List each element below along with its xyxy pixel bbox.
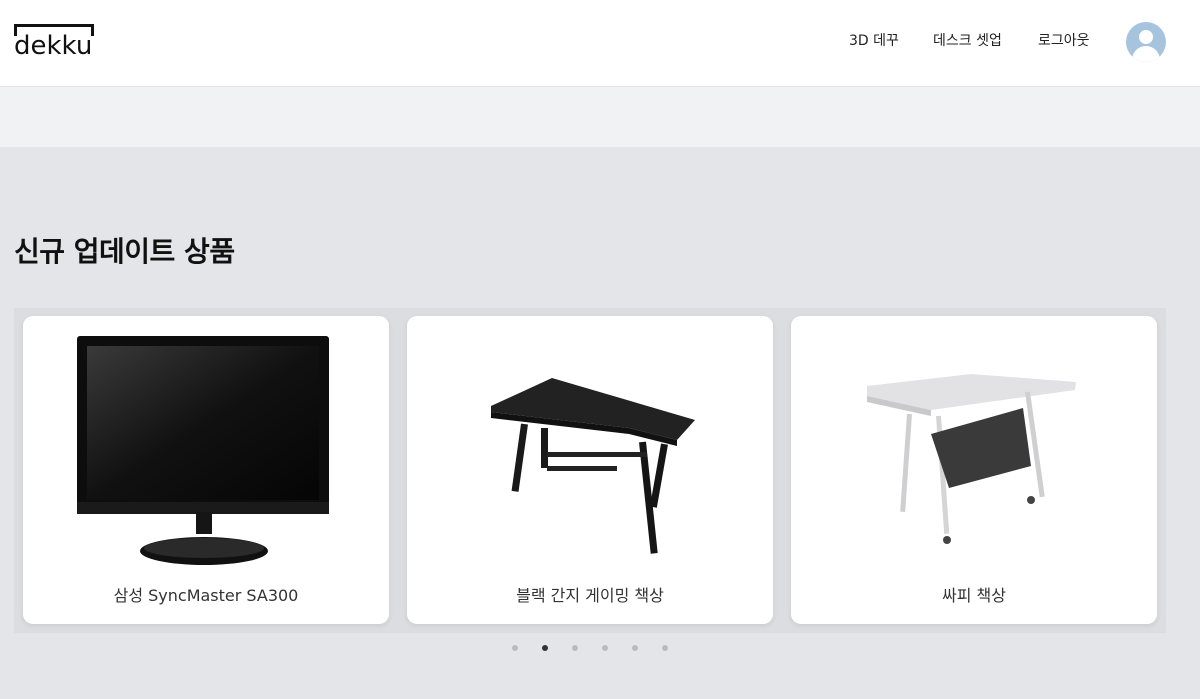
gaming-desk-image	[491, 378, 695, 554]
user-avatar-icon[interactable]	[1126, 22, 1166, 62]
carousel-dot-3[interactable]	[572, 645, 578, 651]
avatar-body	[1132, 46, 1160, 62]
product-card-monitor[interactable]: 삼성 SyncMaster SA300	[23, 316, 389, 624]
top-header: dekku 3D 데꾸 데스크 셋업 로그아웃	[0, 0, 1200, 87]
product-name: 블랙 간지 게이밍 책상	[516, 586, 664, 605]
product-card-gaming-desk[interactable]: 블랙 간지 게이밍 책상	[407, 316, 773, 624]
top-banner-band	[0, 87, 1200, 147]
logo-text: dekku	[14, 31, 93, 61]
carousel-dot-2-active[interactable]	[542, 645, 548, 651]
product-name: 싸피 책상	[942, 586, 1006, 605]
nav-logout[interactable]: 로그아웃	[1038, 30, 1090, 52]
dekku-logo[interactable]: dekku	[14, 24, 96, 62]
carousel-dot-1[interactable]	[512, 645, 518, 651]
nav-3d-deco[interactable]: 3D 데꾸	[849, 30, 899, 52]
product-name: 삼성 SyncMaster SA300	[113, 586, 299, 605]
carousel-dot-6[interactable]	[662, 645, 668, 651]
avatar-head	[1139, 30, 1153, 44]
section-title: 신규 업데이트 상품	[14, 235, 235, 268]
monitor-image	[77, 336, 329, 565]
white-desk-image	[867, 374, 1076, 544]
logo-bar	[14, 24, 94, 27]
carousel-dot-5[interactable]	[632, 645, 638, 651]
carousel-dot-4[interactable]	[602, 645, 608, 651]
nav-desk-setup[interactable]: 데스크 셋업	[933, 30, 1002, 52]
product-card-ssafy-desk[interactable]: 싸피 책상	[791, 316, 1157, 624]
